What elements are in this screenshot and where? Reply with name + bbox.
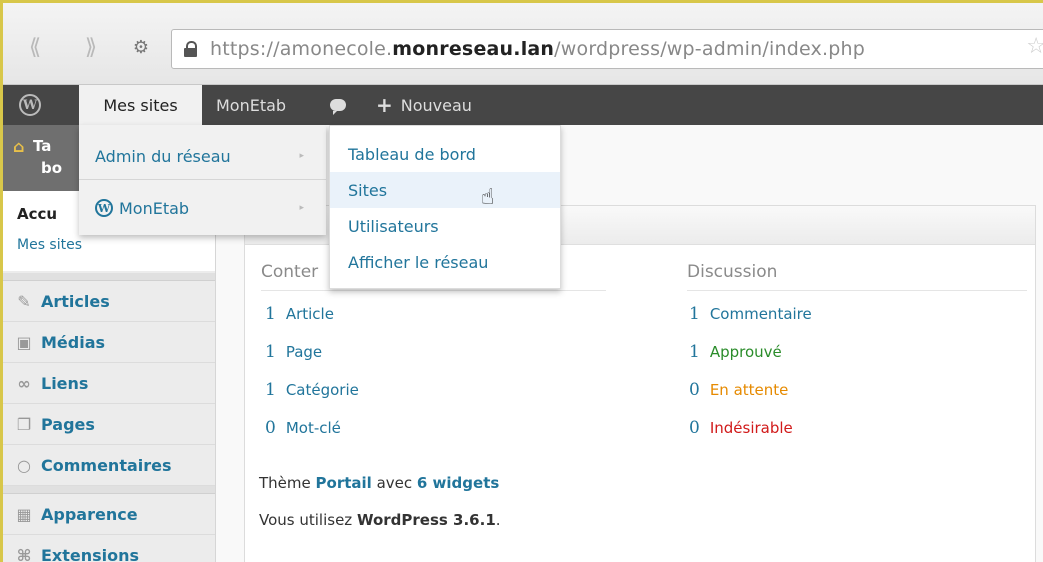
content-row-mot-cle[interactable]: 0 Mot-clé xyxy=(265,418,341,438)
new-content-label: Nouveau xyxy=(400,95,472,115)
menu-item-afficher-le-reseau[interactable]: Afficher le réseau xyxy=(330,244,560,280)
media-icon: ▣ xyxy=(16,332,32,352)
mes-sites-dropdown: Admin du réseau ▸ W MonEtab ▸ xyxy=(79,125,326,235)
sidebar-item-apparence[interactable]: ▦ Apparence xyxy=(3,494,215,535)
submenu-accueil[interactable]: Accu xyxy=(17,205,57,223)
back-icon[interactable]: ⟪ xyxy=(17,29,53,65)
links-icon: ∞ xyxy=(17,373,31,393)
sidebar-separator xyxy=(3,273,215,281)
mes-sites-menu[interactable]: Mes sites xyxy=(79,85,202,125)
screen: ⟪ ⟫ ⚙ https://amonecole.monreseau.lan/wo… xyxy=(0,0,1043,562)
menu-item-admin-reseau[interactable]: Admin du réseau ▸ xyxy=(79,131,326,181)
sidebar-item-extensions[interactable]: ⌘ Extensions xyxy=(3,535,215,562)
menu-item-tableau-de-bord[interactable]: Tableau de bord xyxy=(330,136,560,172)
sidebar-item-pages[interactable]: ❐ Pages xyxy=(3,404,215,445)
address-bar[interactable]: https://amonecole.monreseau.lan/wordpres… xyxy=(171,29,1043,69)
sidebar-item-articles[interactable]: ✎ Articles xyxy=(3,281,215,322)
new-content-menu[interactable]: + Nouveau xyxy=(376,85,472,125)
admin-bar: W Mes sites MonEtab + Nouveau xyxy=(3,85,1043,125)
network-admin-submenu: Tableau de bord Sites Utilisateurs Affic… xyxy=(329,125,561,289)
pin-icon: ✎ xyxy=(17,291,31,311)
theme-info: Thème Portail avec 6 widgets xyxy=(259,474,500,492)
content-heading: Conter xyxy=(261,262,319,282)
plugins-icon: ⌘ xyxy=(16,545,32,562)
dropdown-separator xyxy=(79,179,326,180)
discussion-row-approuve[interactable]: 1 Approuvé xyxy=(689,342,782,362)
lock-icon xyxy=(184,41,198,57)
browser-toolbar: ⟪ ⟫ ⚙ https://amonecole.monreseau.lan/wo… xyxy=(3,3,1043,85)
submenu-mes-sites[interactable]: Mes sites xyxy=(17,237,82,253)
menu-item-sites[interactable]: Sites xyxy=(330,172,560,208)
pages-icon: ❐ xyxy=(16,414,32,434)
discussion-heading: Discussion xyxy=(687,262,778,282)
site-icon: W xyxy=(95,199,113,217)
discussion-row-en-attente[interactable]: 0 En attente xyxy=(689,380,788,400)
divider xyxy=(261,290,606,291)
site-name-menu[interactable]: MonEtab xyxy=(216,85,286,125)
home-icon: ⌂ xyxy=(13,137,25,156)
sidebar-item-liens[interactable]: ∞ Liens xyxy=(3,363,215,404)
menu-item-utilisateurs[interactable]: Utilisateurs xyxy=(330,208,560,244)
hand-cursor-icon: ☝ xyxy=(481,185,495,210)
comments-icon[interactable] xyxy=(330,85,346,125)
discussion-row-indesirable[interactable]: 0 Indésirable xyxy=(689,418,793,438)
wordpress-logo-icon[interactable]: W xyxy=(19,85,49,125)
content-row-page[interactable]: 1 Page xyxy=(265,342,322,362)
plus-icon: + xyxy=(376,93,393,117)
site-identity-icon[interactable]: ⚙ xyxy=(123,29,159,65)
discussion-row-commentaire[interactable]: 1 Commentaire xyxy=(689,304,812,324)
bookmark-star-icon[interactable]: ☆ xyxy=(1026,34,1043,59)
submenu-arrow-icon: ▸ xyxy=(299,203,304,213)
appearance-icon: ▦ xyxy=(16,504,32,524)
divider xyxy=(687,290,1027,291)
comments-icon: ○ xyxy=(17,455,31,475)
sidebar-separator xyxy=(3,486,215,494)
content-row-categorie[interactable]: 1 Catégorie xyxy=(265,380,359,400)
url-text: https://amonecole.monreseau.lan/wordpres… xyxy=(210,38,865,60)
forward-icon[interactable]: ⟫ xyxy=(73,29,109,65)
sidebar-item-medias[interactable]: ▣ Médias xyxy=(3,322,215,363)
sidebar-item-commentaires[interactable]: ○ Commentaires xyxy=(3,445,215,486)
widgets-link[interactable]: 6 widgets xyxy=(417,474,499,492)
submenu-arrow-icon: ▸ xyxy=(299,151,304,161)
theme-link[interactable]: Portail xyxy=(316,474,372,492)
menu-item-monetab[interactable]: W MonEtab ▸ xyxy=(79,183,326,233)
version-info: Vous utilisez WordPress 3.6.1. xyxy=(259,511,501,529)
content-row-article[interactable]: 1 Article xyxy=(265,304,334,324)
sidebar-menu: ✎ Articles ▣ Médias ∞ Liens ❐ Pages ○ Comment… xyxy=(3,273,215,562)
